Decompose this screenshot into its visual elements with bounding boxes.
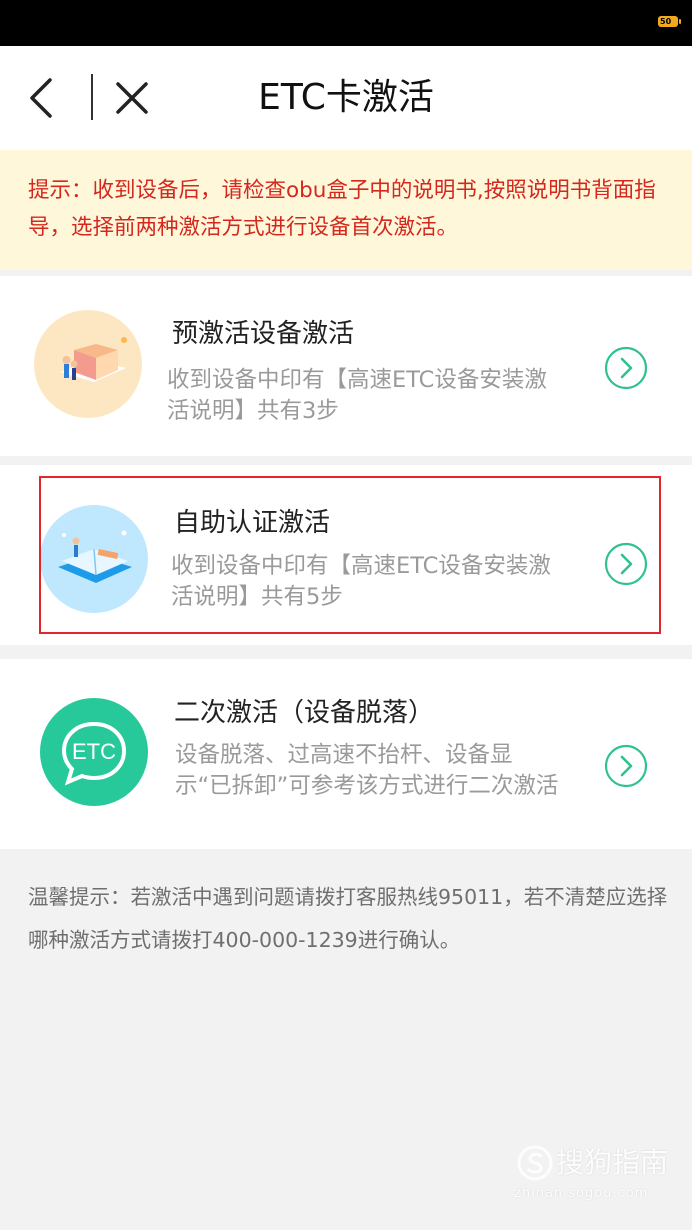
option-title: 二次激活（设备脱落）	[174, 698, 435, 728]
watermark-url: zhinan.sogou.com	[514, 1186, 649, 1201]
watermark: 搜狗指南 zhinan.sogou.com	[512, 1142, 682, 1212]
page-title: ETC卡激活	[258, 77, 434, 118]
header: ETC卡激活	[0, 46, 692, 150]
option-title: 自助认证激活	[174, 508, 331, 538]
chevron-right-circle-icon[interactable]	[604, 542, 648, 586]
status-bar: 50	[0, 0, 692, 46]
battery-icon: 50	[658, 16, 681, 27]
etc-icon-label: ETC	[72, 739, 116, 764]
activation-notice: 提示：收到设备后，请检查obu盒子中的说明书,按照说明书背面指导，选择前两种激活…	[0, 150, 692, 270]
option-secondary-activation[interactable]: ETC 二次激活（设备脱落） 设备脱落、过高速不抬杆、设备显示“已拆卸”可参考该…	[0, 659, 692, 849]
header-divider	[91, 74, 93, 120]
chevron-right-circle-icon[interactable]	[604, 346, 648, 390]
watermark-brand: 搜狗指南	[556, 1146, 669, 1179]
open-book-icon	[40, 505, 148, 613]
option-desc: 收到设备中印有【高速ETC设备安装激活说明】共有3步	[167, 367, 547, 424]
chevron-right-circle-icon[interactable]	[604, 744, 648, 788]
option-pre-activation[interactable]: 预激活设备激活 收到设备中印有【高速ETC设备安装激活说明】共有3步	[0, 276, 692, 456]
option-self-verification[interactable]: 自助认证激活 收到设备中印有【高速ETC设备安装激活说明】共有5步	[0, 465, 692, 645]
etc-chat-icon: ETC	[40, 698, 148, 806]
book-illustration-icon	[34, 310, 142, 418]
back-arrow-icon[interactable]	[22, 76, 66, 120]
close-icon[interactable]	[110, 76, 154, 120]
warm-tip: 温馨提示：若激活中遇到问题请拨打客服热线95011，若不清楚应选择哪种激活方式请…	[28, 885, 668, 952]
option-desc: 设备脱落、过高速不抬杆、设备显示“已拆卸”可参考该方式进行二次激活	[175, 742, 559, 799]
option-desc: 收到设备中印有【高速ETC设备安装激活说明】共有5步	[171, 553, 551, 610]
option-title: 预激活设备激活	[172, 319, 355, 349]
sogou-logo-icon	[517, 1145, 553, 1181]
